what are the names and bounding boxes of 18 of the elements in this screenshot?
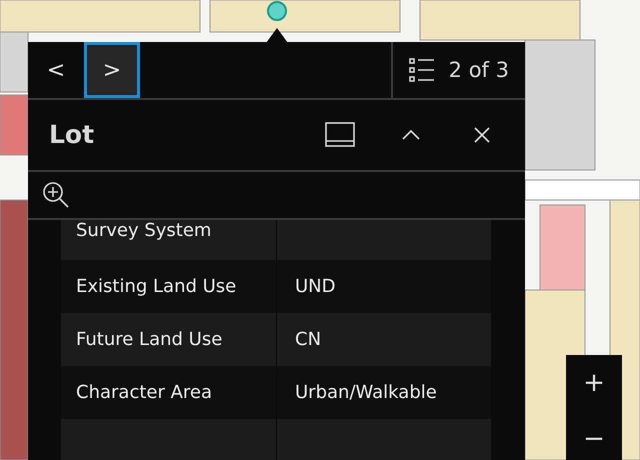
- next-button[interactable]: >: [84, 42, 140, 98]
- field-value: CN: [295, 329, 322, 350]
- field-label: Character Area: [76, 382, 212, 403]
- dock-icon: [325, 122, 355, 148]
- zoom-out-button[interactable]: −: [566, 411, 622, 460]
- field-label: Future Land Use: [76, 329, 222, 350]
- popup-title: Lot: [49, 120, 96, 150]
- previous-button[interactable]: <: [28, 42, 84, 98]
- zoom-to-icon[interactable]: [42, 180, 70, 209]
- field-value: UND: [295, 276, 336, 297]
- field-label: Survey System: [76, 220, 212, 241]
- field-value: Urban/Walkable: [295, 382, 437, 403]
- zoom-in-button[interactable]: +: [566, 355, 622, 411]
- chevron-up-icon: [402, 130, 420, 140]
- field-label: Existing Land Use: [76, 276, 236, 297]
- feature-list-button[interactable]: 2 of 3: [390, 42, 525, 98]
- close-icon: [474, 126, 490, 143]
- list-icon: [408, 57, 435, 83]
